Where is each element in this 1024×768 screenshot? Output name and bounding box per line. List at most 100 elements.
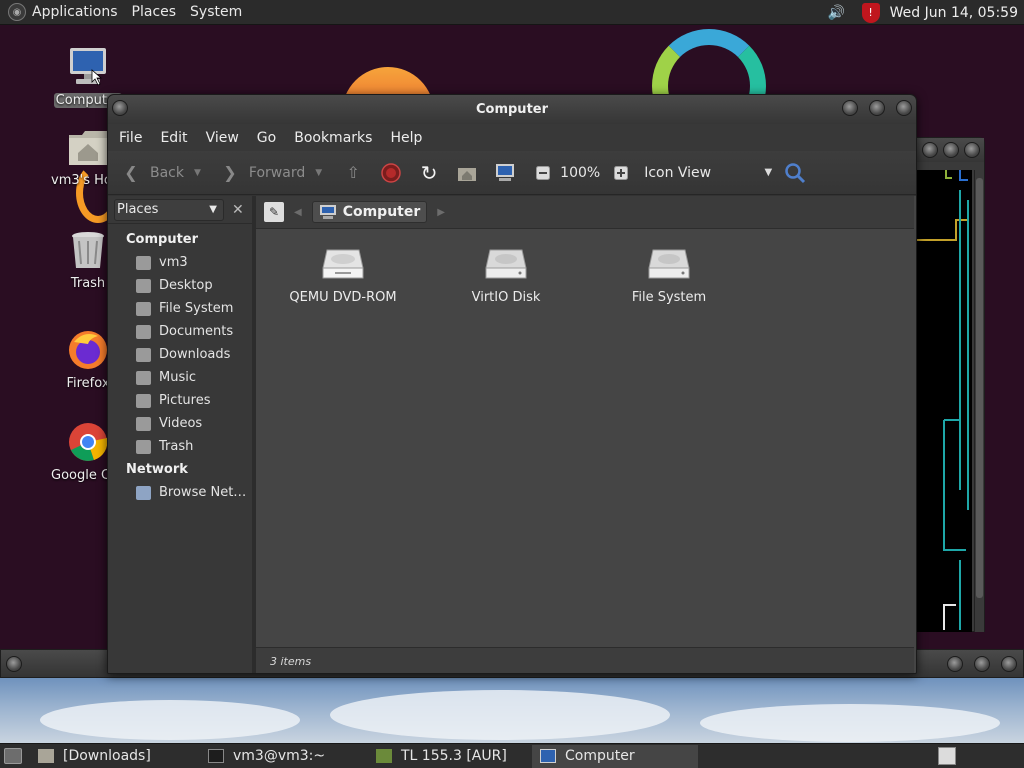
zoom-in-icon — [610, 162, 632, 184]
sidebar-selector[interactable]: Places ▼ — [114, 198, 224, 221]
reload-button[interactable]: ↻ — [412, 158, 450, 188]
minimize-icon[interactable] — [947, 656, 963, 672]
close-icon[interactable]: ✕ — [232, 202, 244, 218]
zoom-level[interactable]: 100% — [560, 158, 604, 188]
zoom-out-button[interactable] — [526, 158, 560, 188]
menu-go[interactable]: Go — [248, 130, 285, 146]
back-button[interactable]: ❮ Back ▼ — [114, 158, 207, 188]
view-mode-value: Icon View — [644, 164, 712, 181]
sidebar-item-videos[interactable]: Videos — [108, 412, 252, 435]
file-item-label: QEMU DVD-ROM — [289, 290, 397, 305]
places-sidebar: Places ▼ ✕ Computer vm3 Desktop File Sys… — [108, 196, 256, 673]
sidebar-item-file-system[interactable]: File System — [108, 297, 252, 320]
chrome-icon — [66, 420, 110, 464]
up-button[interactable]: ⇧ — [336, 158, 374, 188]
home-folder-icon — [136, 255, 151, 270]
scrollbar-thumb[interactable] — [976, 178, 983, 598]
background-window[interactable] — [905, 137, 985, 632]
clock[interactable]: Wed Jun 14, 05:59 — [890, 5, 1018, 21]
computer-icon — [494, 162, 516, 184]
close-icon[interactable] — [896, 100, 912, 116]
drive-icon — [136, 301, 151, 316]
window-menu-icon[interactable] — [6, 656, 22, 672]
path-left-arrow-icon[interactable]: ◀ — [294, 207, 302, 218]
maximize-icon[interactable] — [974, 656, 990, 672]
apps-icon[interactable]: ◉ — [8, 3, 26, 21]
sidebar-selector-value: Places — [117, 202, 159, 217]
computer-button[interactable] — [488, 158, 526, 188]
task-computer[interactable]: Computer — [532, 744, 698, 768]
videos-folder-icon — [136, 416, 151, 431]
menu-bookmarks[interactable]: Bookmarks — [285, 130, 381, 146]
sidebar-item-label: Browse Net… — [159, 485, 247, 500]
sidebar-item-documents[interactable]: Documents — [108, 320, 252, 343]
task-label: Computer — [565, 748, 635, 764]
maximize-icon[interactable] — [869, 100, 885, 116]
menu-view[interactable]: View — [197, 130, 248, 146]
scrollbar[interactable] — [974, 170, 984, 632]
menu-system[interactable]: System — [190, 4, 242, 20]
home-icon — [456, 162, 478, 184]
task-downloads[interactable]: [Downloads] — [30, 745, 200, 768]
edit-location-icon[interactable]: ✎ — [264, 202, 284, 222]
menu-places[interactable]: Places — [132, 4, 177, 20]
panel-tray: 🔊 ! Wed Jun 14, 05:59 — [828, 0, 1018, 25]
wallpaper-sky-image — [0, 678, 1024, 743]
file-item-label: File System — [631, 290, 707, 305]
minimize-icon[interactable] — [922, 142, 938, 158]
shield-icon[interactable]: ! — [861, 2, 880, 23]
path-button-computer[interactable]: Computer — [311, 201, 428, 223]
file-item-file-system[interactable]: File System — [609, 246, 729, 305]
file-item-virtio-disk[interactable]: VirtIO Disk — [446, 246, 566, 305]
desktop-folder-icon — [136, 278, 151, 293]
show-desktop-icon[interactable] — [4, 748, 22, 764]
forward-button[interactable]: ❯ Forward ▼ — [213, 158, 328, 188]
close-icon[interactable] — [1001, 656, 1017, 672]
sidebar-item-vm3[interactable]: vm3 — [108, 251, 252, 274]
computer-icon — [319, 205, 336, 219]
sidebar-item-label: Videos — [159, 416, 203, 431]
sidebar-item-label: Downloads — [159, 347, 231, 362]
file-item-dvd-rom[interactable]: QEMU DVD-ROM — [283, 246, 403, 305]
chevron-down-icon[interactable]: ▼ — [194, 168, 201, 178]
menu-help[interactable]: Help — [381, 130, 431, 146]
close-icon[interactable] — [964, 142, 980, 158]
sidebar-item-downloads[interactable]: Downloads — [108, 343, 252, 366]
view-mode-select[interactable]: Icon View ▼ — [638, 158, 778, 188]
window-content: Places ▼ ✕ Computer vm3 Desktop File Sys… — [108, 196, 916, 673]
maximize-icon[interactable] — [943, 142, 959, 158]
file-manager-window[interactable]: Computer File Edit View Go Bookmarks Hel… — [107, 94, 917, 674]
sidebar-item-desktop[interactable]: Desktop — [108, 274, 252, 297]
menu-edit[interactable]: Edit — [151, 130, 196, 146]
chevron-down-icon: ▼ — [209, 204, 217, 215]
zoom-level-value: 100% — [560, 164, 601, 181]
hard-disk-icon — [647, 246, 691, 282]
workspace-switcher-icon[interactable] — [938, 747, 956, 765]
sidebar-item-pictures[interactable]: Pictures — [108, 389, 252, 412]
sidebar-item-trash[interactable]: Trash — [108, 435, 252, 458]
window-menu-icon[interactable] — [112, 100, 128, 116]
sidebar-item-browse-network[interactable]: Browse Net… — [108, 481, 252, 504]
chevron-down-icon[interactable]: ▼ — [315, 168, 322, 178]
home-button[interactable] — [450, 158, 488, 188]
background-window-titlebar[interactable] — [906, 138, 984, 162]
menu-file[interactable]: File — [110, 130, 151, 146]
sidebar-item-label: Pictures — [159, 393, 211, 408]
stop-button[interactable] — [374, 158, 412, 188]
window-titlebar[interactable]: Computer — [108, 95, 916, 124]
stop-icon — [380, 162, 402, 184]
search-button[interactable] — [778, 158, 816, 188]
sidebar-item-label: Documents — [159, 324, 234, 339]
volume-icon[interactable]: 🔊 — [828, 4, 850, 22]
computer-icon — [66, 45, 110, 89]
trash-icon — [136, 439, 151, 454]
menu-applications[interactable]: Applications — [32, 4, 118, 20]
minimize-icon[interactable] — [842, 100, 858, 116]
zoom-in-button[interactable] — [604, 158, 638, 188]
sidebar-item-music[interactable]: Music — [108, 366, 252, 389]
task-terminal[interactable]: vm3@vm3:~ — [200, 745, 368, 768]
file-view[interactable]: ✎ ◀ Computer ▶ QEMU DVD-ROM VirtIO Disk — [256, 196, 916, 673]
up-arrow-icon: ⇧ — [346, 163, 360, 182]
path-right-arrow-icon[interactable]: ▶ — [437, 207, 445, 218]
task-tl[interactable]: TL 155.3 [AUR] — [368, 745, 532, 768]
